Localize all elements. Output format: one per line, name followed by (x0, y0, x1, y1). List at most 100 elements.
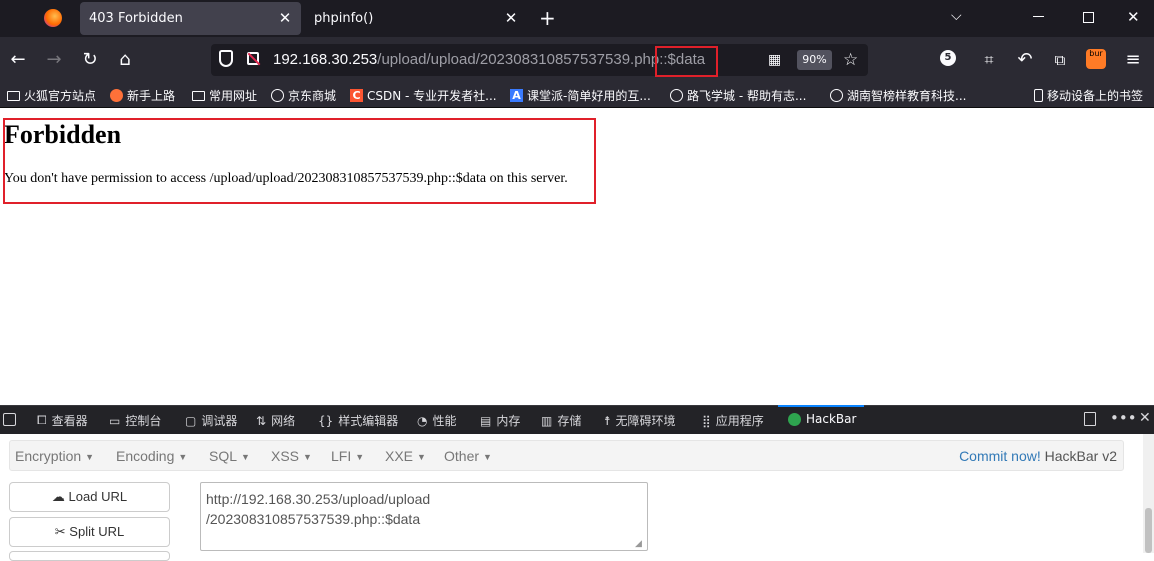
qr-code-icon[interactable]: ▦ (768, 52, 781, 68)
bookmark-item[interactable]: 湖南智榜样教育科技... (830, 87, 966, 104)
caret-down-icon: ▼ (355, 452, 365, 463)
list-tabs-chevron-icon[interactable]: ⌵ (951, 8, 962, 24)
performance-icon: ◔ (417, 413, 428, 428)
hackbar-menu-bar: Encryption ▼ Encoding ▼ SQL ▼ XSS ▼ LFI ▼ XXE… (9, 440, 1124, 471)
bookmark-item[interactable]: 常用网址 (192, 87, 257, 104)
debugger-icon: ▢ (185, 413, 197, 428)
bookmark-item[interactable]: 新手上路 (110, 87, 175, 104)
folder-icon (7, 90, 20, 101)
bookmark-item[interactable]: 火狐官方站点 (7, 87, 96, 104)
globe-icon (830, 89, 843, 102)
maximize-icon[interactable] (1083, 12, 1094, 23)
close-devtools-icon[interactable]: ✕ (1139, 410, 1151, 426)
inspector-icon: ⧠ (37, 413, 47, 427)
menu-sql[interactable]: SQL ▼ (209, 448, 250, 464)
element-picker-icon[interactable] (3, 413, 16, 426)
devtools-tab-storage[interactable]: ▥ 存储 (541, 412, 581, 429)
tab-403-forbidden[interactable]: 403 Forbidden ✕ (80, 2, 301, 35)
globe-icon (670, 89, 683, 102)
close-tab-icon[interactable]: ✕ (503, 10, 519, 26)
memory-icon: ▤ (480, 413, 492, 428)
split-url-button[interactable]: ✂ Split URL (9, 517, 170, 547)
menu-xss[interactable]: XSS ▼ (271, 448, 312, 464)
devtools-tab-debugger[interactable]: ▢ 调试器 (185, 412, 237, 429)
bookmark-item[interactable]: C CSDN - 专业开发者社... (350, 87, 497, 104)
caret-down-icon: ▼ (483, 452, 492, 463)
dock-side-icon[interactable] (1084, 412, 1096, 426)
url-bar[interactable]: 192.168.30.253/upload/upload/20230831085… (211, 44, 868, 76)
scissors-icon: ✂ (54, 524, 66, 539)
menu-lfi[interactable]: LFI ▼ (331, 448, 364, 464)
forward-arrow-icon[interactable]: → (41, 47, 67, 73)
close-tab-icon[interactable]: ✕ (277, 10, 293, 26)
devtools-tab-application[interactable]: ⣿ 应用程序 (702, 412, 764, 429)
accessibility-icon: ☨ (604, 413, 611, 428)
commit-notice: Commit now! HackBar v2 (959, 448, 1117, 464)
menu-encryption[interactable]: Encryption ▼ (15, 448, 94, 464)
tab-phpinfo[interactable]: phpinfo() ✕ (306, 2, 527, 35)
reload-icon[interactable]: ↻ (77, 47, 103, 73)
bookmarks-toolbar: 火狐官方站点 新手上路 常用网址 京东商城 C CSDN - 专业开发者社... … (0, 83, 1154, 108)
crop-icon[interactable]: ⌗ (976, 47, 1002, 73)
network-icon: ⇅ (256, 413, 267, 428)
caret-down-icon: ▼ (303, 452, 312, 463)
undo-icon[interactable]: ↶ (1012, 47, 1038, 73)
content-annotation-box (3, 118, 596, 204)
cloud-download-icon: ☁ (51, 489, 65, 504)
menu-hamburger-icon[interactable]: ≡ (1120, 47, 1146, 73)
commit-now-link[interactable]: Commit now! (959, 448, 1041, 464)
caret-down-icon: ▼ (417, 452, 426, 463)
active-tab-indicator (778, 405, 864, 407)
firefox-icon (110, 89, 123, 102)
hackbar-icon (788, 412, 801, 426)
mobile-device-icon (1034, 89, 1043, 102)
console-icon: ▭ (109, 413, 121, 428)
panel-scrollbar[interactable] (1143, 434, 1154, 553)
menu-other[interactable]: Other ▼ (444, 448, 492, 464)
bookmark-star-icon[interactable]: ☆ (843, 50, 858, 70)
bookmark-item[interactable]: 京东商城 (271, 87, 336, 104)
extensions-puzzle-icon[interactable]: ⧉ (1047, 47, 1073, 73)
application-icon: ⣿ (702, 413, 711, 428)
resize-handle-icon[interactable]: ◢ (635, 538, 645, 548)
caret-down-icon: ▼ (241, 452, 250, 463)
shield-icon[interactable] (219, 50, 233, 67)
home-icon[interactable]: ⌂ (112, 47, 138, 73)
devtools-tab-console[interactable]: ▭ 控制台 (109, 412, 161, 429)
extension-badge-icon[interactable]: 5 (940, 50, 956, 66)
url-annotation-box (655, 46, 718, 77)
more-options-icon[interactable]: ••• (1110, 409, 1137, 427)
caret-down-icon: ▼ (178, 452, 188, 463)
devtools-tab-style-editor[interactable]: {} 样式编辑器 (318, 412, 398, 429)
bookmark-item[interactable]: A 课堂派-简单好用的互... (510, 87, 651, 104)
firefox-icon[interactable] (44, 9, 62, 27)
devtools-toolbar: ⧠ 查看器 ▭ 控制台 ▢ 调试器 ⇅ 网络 {} 样式编辑器 ◔ 性能 ▤ 内存 ▥ 存储 ☨… (0, 405, 1154, 434)
globe-icon (271, 89, 284, 102)
tab-title: phpinfo() (314, 11, 374, 26)
burp-extension-icon[interactable]: bur (1086, 49, 1106, 69)
style-editor-icon: {} (318, 413, 334, 428)
zoom-level-indicator[interactable]: 90% (797, 50, 832, 70)
devtools-tab-network[interactable]: ⇅ 网络 (256, 412, 295, 429)
caret-down-icon: ▼ (85, 452, 95, 463)
minimize-icon[interactable] (1033, 16, 1044, 17)
devtools-tab-accessibility[interactable]: ☨ 无障碍环境 (604, 412, 676, 429)
ketangpai-icon: A (510, 89, 523, 102)
scrollbar-thumb[interactable] (1145, 508, 1152, 553)
devtools-tab-memory[interactable]: ▤ 内存 (480, 412, 520, 429)
new-tab-plus-icon[interactable]: + (539, 6, 556, 30)
bookmark-item[interactable]: 路飞学城 - 帮助有志... (670, 87, 806, 104)
back-arrow-icon[interactable]: ← (5, 47, 31, 73)
devtools-tab-performance[interactable]: ◔ 性能 (417, 412, 457, 429)
load-url-button[interactable]: ☁ Load URL (9, 482, 170, 512)
tab-title: 403 Forbidden (89, 11, 183, 26)
devtools-tab-hackbar[interactable]: HackBar (788, 412, 856, 426)
close-window-icon[interactable]: ✕ (1127, 8, 1140, 26)
url-textarea[interactable]: http://192.168.30.253/upload/upload /202… (200, 482, 648, 551)
csdn-icon: C (350, 89, 363, 102)
url-text[interactable]: 192.168.30.253/upload/upload/20230831085… (273, 51, 705, 68)
bookmark-item-mobile[interactable]: 移动设备上的书签 (1034, 87, 1143, 104)
menu-xxe[interactable]: XXE ▼ (385, 448, 426, 464)
devtools-tab-inspector[interactable]: ⧠ 查看器 (37, 412, 88, 429)
menu-encoding[interactable]: Encoding ▼ (116, 448, 187, 464)
